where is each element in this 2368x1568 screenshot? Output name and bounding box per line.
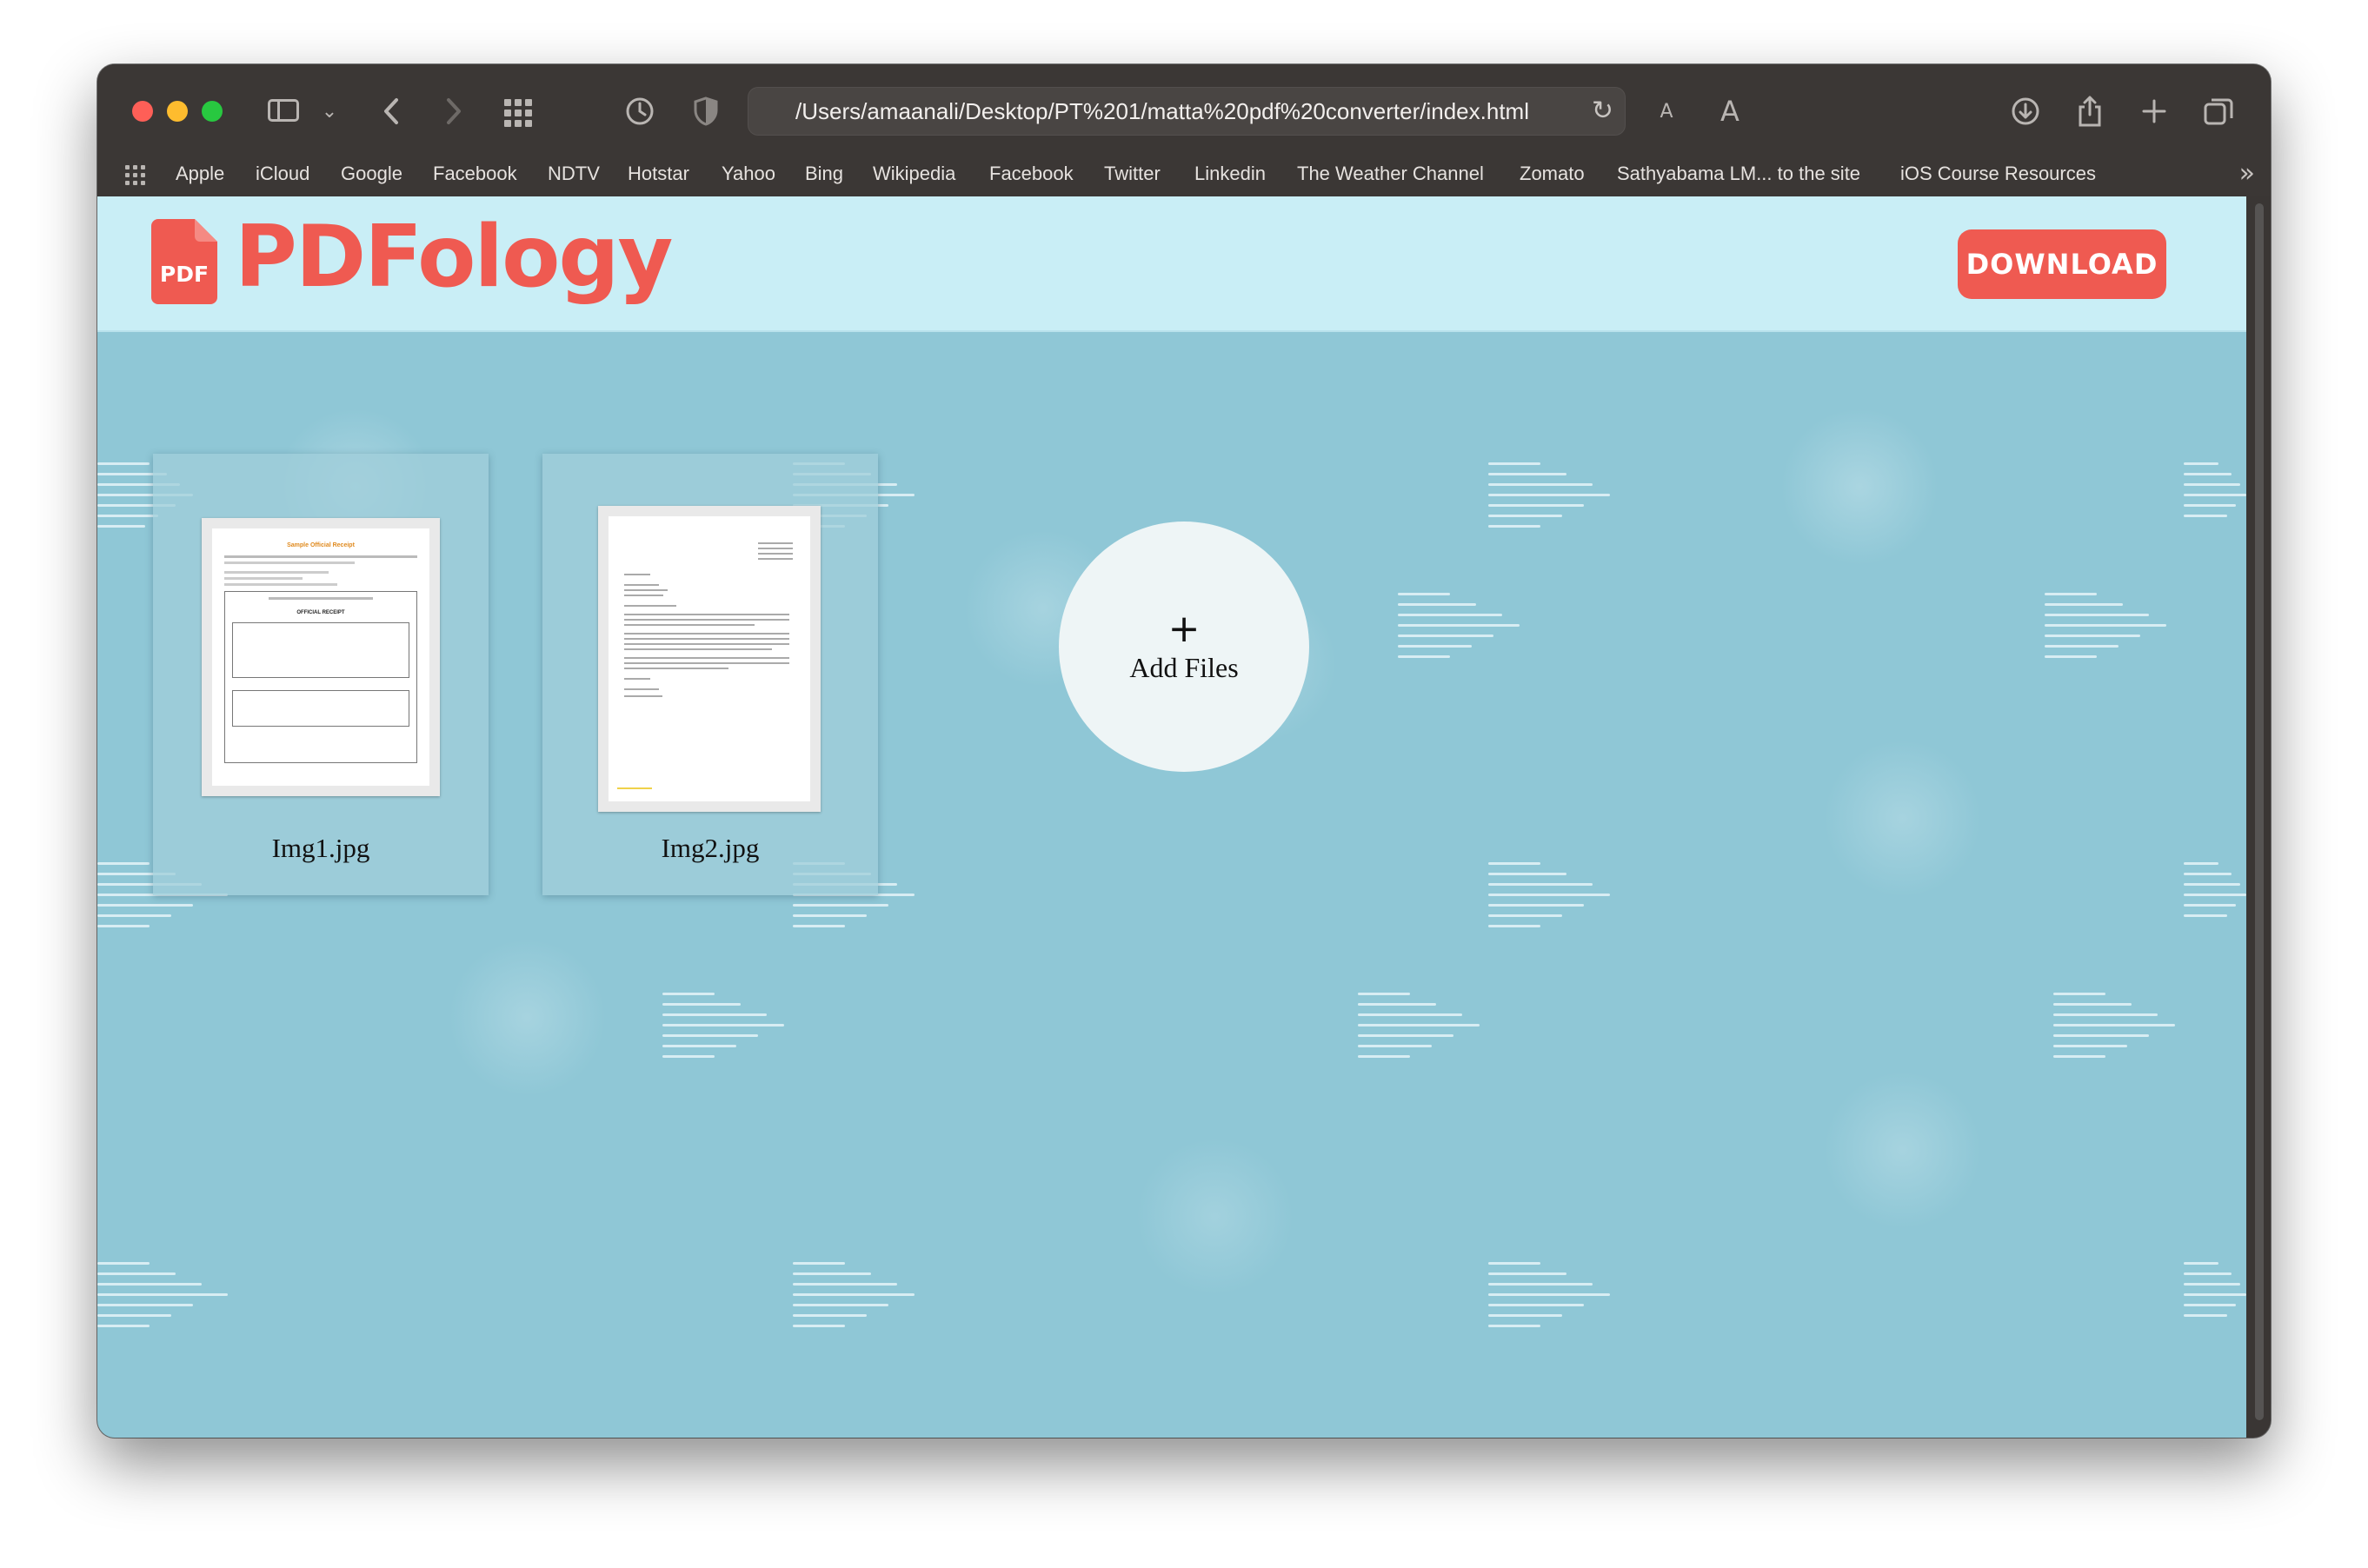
background-stripes	[2053, 993, 2175, 1132]
bookmark-sathyabama[interactable]: Sathyabama LM... to the site	[1617, 151, 1860, 196]
background-stripes	[1398, 593, 1520, 732]
site-header: PDF PDFology DOWNLOAD	[97, 196, 2246, 332]
file-name-label: Img1.jpg	[271, 833, 370, 863]
thumb-heading: OFFICIAL RECEIPT	[296, 610, 345, 615]
new-tab-plus-icon[interactable]	[2137, 89, 2172, 134]
forward-button[interactable]	[436, 89, 471, 134]
address-bar[interactable]: /Users/amaanali/Desktop/PT%201/matta%20p…	[748, 87, 1626, 136]
bookmark-wikipedia[interactable]: Wikipedia	[873, 151, 955, 196]
bookmark-yahoo[interactable]: Yahoo	[722, 151, 775, 196]
sidebar-toggle-icon[interactable]	[268, 99, 299, 122]
background-stripes	[2045, 593, 2166, 732]
background-stripes	[793, 1262, 915, 1401]
reload-icon[interactable]: ↻	[1592, 87, 1613, 136]
bookmark-linkedin[interactable]: Linkedin	[1194, 151, 1266, 196]
bookmark-ios-course[interactable]: iOS Course Resources	[1900, 151, 2096, 196]
logo-icon-text: PDF	[160, 262, 209, 287]
chevron-down-icon[interactable]: ⌄	[316, 89, 343, 134]
file-thumbnail: Sample Official Receipt OFFICIAL RECEIPT	[202, 518, 440, 796]
bookmarks-grid-icon[interactable]	[125, 165, 145, 185]
background-stripes	[97, 1262, 228, 1401]
receipt-preview: Sample Official Receipt OFFICIAL RECEIPT	[212, 528, 429, 786]
scrollbar-thumb[interactable]	[2255, 203, 2264, 1420]
bookmarks-bar: Apple iCloud Google Facebook NDTV Hotsta…	[97, 151, 2271, 196]
minimize-window-button[interactable]	[167, 101, 188, 122]
text-size-small-button[interactable]: A	[1653, 89, 1680, 134]
download-button[interactable]: DOWNLOAD	[1958, 229, 2166, 299]
close-window-button[interactable]	[132, 101, 153, 122]
history-clock-icon[interactable]	[622, 89, 657, 134]
background-stripes	[662, 993, 784, 1132]
bookmark-weather-channel[interactable]: The Weather Channel	[1297, 151, 1484, 196]
plus-icon: +	[1167, 606, 1201, 651]
tabs-overview-icon[interactable]	[2201, 89, 2236, 134]
background-stripes	[1488, 1262, 1610, 1401]
bookmark-apple[interactable]: Apple	[176, 151, 224, 196]
privacy-shield-icon[interactable]	[688, 89, 723, 134]
bookmark-ndtv[interactable]: NDTV	[548, 151, 600, 196]
background-stripes	[1488, 862, 1610, 1001]
add-files-button[interactable]: + Add Files	[1059, 522, 1309, 772]
background-stripes	[2184, 1262, 2246, 1401]
file-card-img2[interactable]: Img2.jpg	[542, 454, 878, 895]
tab-overview-icon[interactable]	[504, 99, 532, 127]
url-text[interactable]: /Users/amaanali/Desktop/PT%201/matta%20p…	[795, 87, 1529, 136]
browser-window: ⌄ /Users/amaanali/Desktop/PT%201/matta%2…	[97, 64, 2271, 1438]
bookmark-google[interactable]: Google	[341, 151, 402, 196]
browser-toolbar: ⌄ /Users/amaanali/Desktop/PT%201/matta%2…	[97, 64, 2271, 196]
text-size-large-button[interactable]: A	[1713, 89, 1747, 134]
thumb-title: Sample Official Receipt	[287, 542, 355, 548]
letter-preview	[609, 516, 810, 801]
background-stripes	[1358, 993, 1480, 1132]
background-stripes	[2184, 462, 2246, 601]
bookmark-icloud[interactable]: iCloud	[256, 151, 309, 196]
bookmark-hotstar[interactable]: Hotstar	[628, 151, 689, 196]
background-stripes	[2184, 862, 2246, 1001]
share-icon[interactable]	[2072, 89, 2107, 134]
file-thumbnail	[598, 506, 821, 812]
back-button[interactable]	[374, 89, 409, 134]
add-files-label: Add Files	[1129, 651, 1239, 683]
site-logo-text[interactable]: PDFology	[235, 205, 673, 309]
bookmark-facebook[interactable]: Facebook	[433, 151, 517, 196]
pdf-file-icon: PDF	[151, 219, 217, 304]
zoom-window-button[interactable]	[202, 101, 223, 122]
bookmark-facebook-2[interactable]: Facebook	[989, 151, 1074, 196]
bookmark-bing[interactable]: Bing	[805, 151, 843, 196]
page-viewport: PDF PDFology DOWNLOAD Sample Official Re…	[97, 196, 2271, 1438]
more-bookmarks-icon[interactable]: »	[2239, 151, 2255, 196]
bookmark-zomato[interactable]: Zomato	[1520, 151, 1585, 196]
file-name-label: Img2.jpg	[661, 833, 760, 863]
background-stripes	[1488, 462, 1610, 601]
bookmark-twitter[interactable]: Twitter	[1104, 151, 1161, 196]
file-card-img1[interactable]: Sample Official Receipt OFFICIAL RECEIPT…	[153, 454, 489, 895]
downloads-icon[interactable]	[2008, 89, 2043, 134]
